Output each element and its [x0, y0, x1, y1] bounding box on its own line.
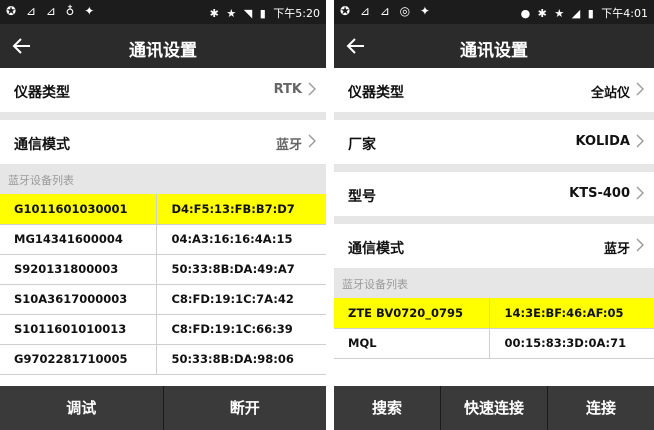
row-value: 全站仪 — [590, 86, 630, 101]
bluetooth-device-list: G1011601030001 D4:F5:13:FB:B7:D7 MG14341… — [0, 194, 326, 375]
bluetooth-icon: ✱ — [209, 7, 219, 20]
chevron-right-icon — [636, 134, 644, 148]
app-bar: 通讯设置 — [0, 24, 326, 68]
row-value: KTS-400 — [569, 186, 630, 201]
star-icon: ★ — [226, 7, 237, 20]
device-mac: 00:15:83:3D:0A:71 — [489, 328, 654, 359]
device-name: S1011601010013 — [0, 314, 157, 345]
device-mac: 14:3E:BF:46:AF:05 — [489, 298, 654, 329]
page-title: 通讯设置 — [460, 41, 528, 61]
device-name: S920131800003 — [0, 254, 157, 285]
device-mac: D4:F5:13:FB:B7:D7 — [156, 194, 326, 225]
chevron-right-icon — [636, 82, 644, 96]
row-value: KOLIDA — [575, 134, 630, 149]
row-label: 通信模式 — [14, 137, 70, 153]
row-label: 通信模式 — [348, 241, 404, 257]
star-icon: ★ — [554, 7, 565, 20]
screen-gap — [326, 0, 334, 430]
status-notification-icons: ✪ ⊿ ⊿ ♁ ✦ — [6, 4, 98, 18]
row-value: 蓝牙 — [603, 242, 630, 257]
row-label: 仪器类型 — [14, 85, 70, 101]
device-mac: 04:A3:16:16:4A:15 — [156, 224, 326, 255]
device-row[interactable]: S10A3617000003 C8:FD:19:1C:7A:42 — [0, 284, 326, 315]
signal-icon: ◢ — [571, 7, 581, 20]
device-name: S10A3617000003 — [0, 284, 157, 315]
device-row[interactable]: MG14341600004 04:A3:16:16:4A:15 — [0, 224, 326, 255]
location-icon: ● — [520, 7, 531, 20]
manufacturer-row[interactable]: 厂家 KOLIDA — [334, 120, 654, 164]
instrument-type-row[interactable]: 仪器类型 RTK — [0, 68, 326, 112]
row-label: 型号 — [348, 189, 376, 205]
comm-mode-row[interactable]: 通信模式 蓝牙 — [334, 224, 654, 268]
row-label: 厂家 — [348, 137, 376, 153]
right-screen: ✪ ⊿ ⊿ ◎ ✦ ● ✱ ★ ◢ ▮ 下午4:01 通讯设置 仪器类型 全站仪… — [334, 0, 654, 430]
search-button[interactable]: 搜索 — [334, 386, 440, 430]
device-row[interactable]: G9702281710005 50:33:8B:DA:98:06 — [0, 344, 326, 375]
page-title: 通讯设置 — [129, 41, 197, 61]
row-value: RTK — [273, 82, 302, 97]
chevron-right-icon — [308, 82, 316, 96]
device-name: G9702281710005 — [0, 344, 157, 375]
device-mac: C8:FD:19:1C:7A:42 — [156, 284, 326, 315]
device-mac: 50:33:8B:DA:98:06 — [156, 344, 326, 375]
bottom-action-bar: 搜索 快速连接 连接 — [334, 386, 654, 430]
divider — [334, 216, 654, 224]
row-value: 蓝牙 — [275, 138, 302, 153]
device-name: MG14341600004 — [0, 224, 157, 255]
divider — [334, 164, 654, 172]
divider — [0, 112, 326, 120]
device-row[interactable]: S920131800003 50:33:8B:DA:49:A7 — [0, 254, 326, 285]
chevron-right-icon — [636, 238, 644, 252]
device-name: G1011601030001 — [0, 194, 157, 225]
chevron-right-icon — [308, 134, 316, 148]
debug-button[interactable]: 调试 — [0, 386, 163, 430]
chevron-right-icon — [636, 186, 644, 200]
disconnect-button[interactable]: 断开 — [162, 386, 327, 430]
row-label: 仪器类型 — [348, 85, 404, 101]
device-row[interactable]: ZTE BV0720_0795 14:3E:BF:46:AF:05 — [334, 298, 654, 329]
status-bar: ✪ ⊿ ⊿ ♁ ✦ ✱ ★ ◥ ▮ 下午5:20 — [0, 0, 326, 24]
app-bar: 通讯设置 — [334, 24, 654, 68]
battery-icon: ▮ — [259, 7, 266, 20]
bluetooth-icon: ✱ — [537, 7, 547, 20]
device-mac: 50:33:8B:DA:49:A7 — [156, 254, 326, 285]
status-right-icons: ● ✱ ★ ◢ ▮ 下午4:01 — [517, 5, 648, 21]
status-right-icons: ✱ ★ ◥ ▮ 下午5:20 — [206, 5, 320, 21]
status-notification-icons: ✪ ⊿ ⊿ ◎ ✦ — [340, 4, 433, 18]
connect-button[interactable]: 连接 — [547, 386, 654, 430]
bottom-action-bar: 调试 断开 — [0, 386, 326, 430]
device-row[interactable]: S1011601010013 C8:FD:19:1C:66:39 — [0, 314, 326, 345]
device-name: MQL — [334, 328, 490, 359]
instrument-type-row[interactable]: 仪器类型 全站仪 — [334, 68, 654, 112]
battery-icon: ▮ — [587, 7, 594, 20]
status-time: 下午4:01 — [601, 7, 648, 20]
status-bar: ✪ ⊿ ⊿ ◎ ✦ ● ✱ ★ ◢ ▮ 下午4:01 — [334, 0, 654, 24]
wifi-icon: ◥ — [243, 7, 253, 20]
device-name: ZTE BV0720_0795 — [334, 298, 490, 329]
left-screen: ✪ ⊿ ⊿ ♁ ✦ ✱ ★ ◥ ▮ 下午5:20 通讯设置 仪器类型 RTK 通… — [0, 0, 326, 430]
status-time: 下午5:20 — [273, 7, 320, 20]
bluetooth-list-header: 蓝牙设备列表 — [334, 268, 654, 298]
quick-connect-button[interactable]: 快速连接 — [440, 386, 547, 430]
device-row[interactable]: MQL 00:15:83:3D:0A:71 — [334, 328, 654, 359]
model-row[interactable]: 型号 KTS-400 — [334, 172, 654, 216]
bluetooth-device-list: ZTE BV0720_0795 14:3E:BF:46:AF:05 MQL 00… — [334, 298, 654, 359]
bluetooth-list-header: 蓝牙设备列表 — [0, 164, 326, 194]
device-mac: C8:FD:19:1C:66:39 — [156, 314, 326, 345]
divider — [334, 112, 654, 120]
device-row[interactable]: G1011601030001 D4:F5:13:FB:B7:D7 — [0, 194, 326, 225]
comm-mode-row[interactable]: 通信模式 蓝牙 — [0, 120, 326, 164]
